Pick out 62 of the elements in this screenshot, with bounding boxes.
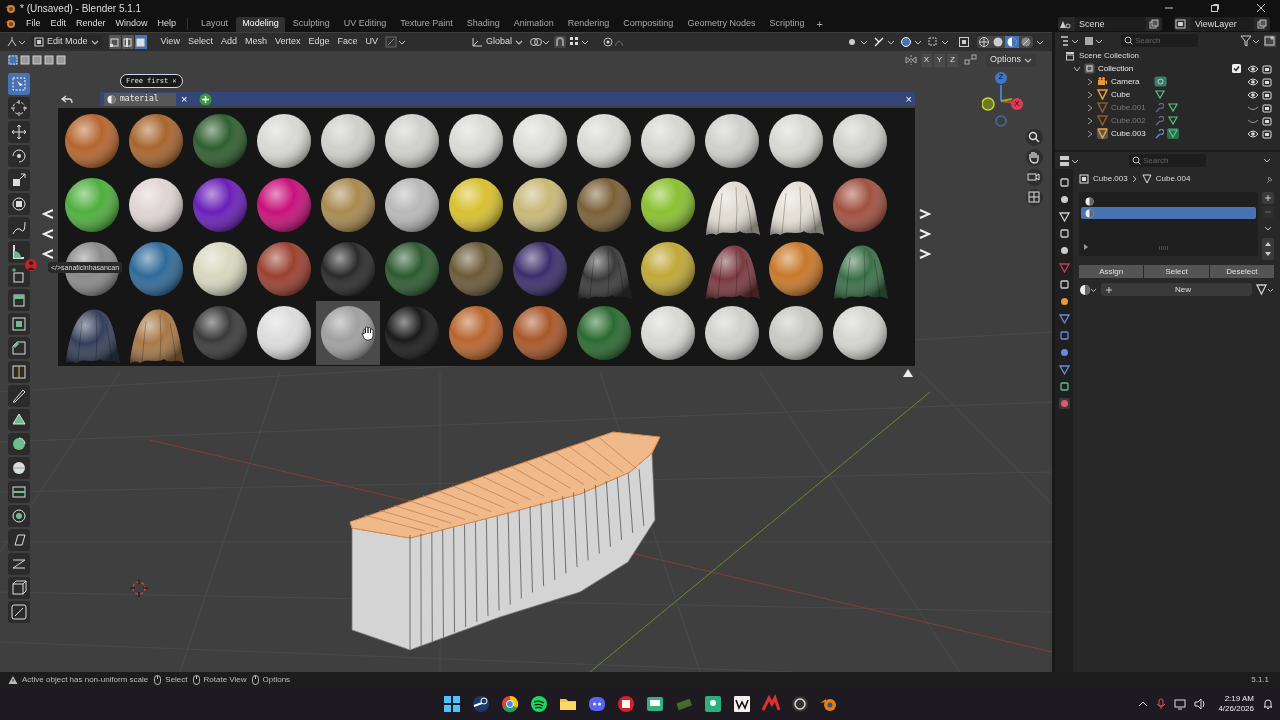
menu-item[interactable]: File (22, 17, 45, 31)
axis-label: X (1013, 100, 1021, 108)
menu-item[interactable]: Edit (46, 17, 71, 31)
tree-item[interactable]: Cube.003 (1111, 127, 1151, 140)
clock-time[interactable]: 2:19 AM (1224, 694, 1254, 704)
status-message: Active object has non-uniform scale (22, 674, 149, 686)
status-hint: Options (262, 674, 291, 686)
tree-item[interactable]: Cube.001 (1111, 101, 1151, 114)
menu-item[interactable]: Select (183, 35, 217, 49)
action-button[interactable]: Assign (1079, 265, 1144, 278)
search-field[interactable]: Search (1129, 154, 1206, 167)
workspace-tab[interactable]: Rendering (561, 16, 616, 32)
menu-item[interactable]: Face (333, 35, 362, 49)
axis-toggle[interactable]: X (920, 53, 932, 67)
workspace-tab[interactable]: UV Editing (337, 16, 393, 32)
workspace-tab[interactable]: Layout (195, 16, 235, 32)
menu-item[interactable]: Add (216, 35, 241, 49)
mode-dropdown[interactable]: Edit Mode (31, 35, 102, 49)
breadcrumb-item[interactable]: Cube.003 (1093, 173, 1128, 185)
menu-item[interactable]: Help (153, 17, 181, 31)
menu-item[interactable]: View (156, 35, 184, 49)
axis-toggle[interactable]: Z (946, 53, 958, 67)
scene-field[interactable]: Scene (1075, 17, 1146, 31)
status-hint: Rotate View (203, 674, 247, 686)
workspace-tab[interactable]: Scripting (763, 16, 811, 32)
window-title: * (Unsaved) - Blender 5.1.1 (20, 1, 142, 16)
options-dropdown[interactable]: Options (985, 53, 1036, 67)
status-hint: Select (165, 674, 188, 686)
action-button[interactable]: Select (1144, 265, 1209, 278)
menu-item[interactable]: Edge (304, 35, 334, 49)
menu-item[interactable]: Window (111, 17, 152, 31)
workspace-tab[interactable]: Animation (507, 16, 560, 32)
tree-item[interactable]: Cube.002 (1111, 114, 1151, 127)
workspace-tab[interactable]: Compositing (617, 16, 680, 32)
clock-date[interactable]: 4/26/2026 (1218, 704, 1254, 714)
add-workspace-button[interactable]: + (812, 15, 827, 33)
workspace-tab[interactable]: Texture Paint (394, 16, 459, 32)
axis-toggle[interactable]: Y (933, 53, 945, 67)
close-button[interactable]: × (905, 93, 912, 105)
search-field[interactable]: Search (1121, 34, 1198, 47)
workspace-tab[interactable]: Sculpting (286, 16, 336, 32)
new-material-button[interactable]: New (1101, 283, 1252, 296)
version-label: 5.1.1 (1251, 674, 1269, 686)
close-tab-button[interactable]: × (181, 93, 188, 105)
workspace-tab[interactable]: Shading (460, 16, 506, 32)
orientation-dropdown[interactable]: Global (468, 35, 527, 49)
tree-item[interactable]: Cube (1111, 88, 1151, 101)
workspace-tab[interactable]: Modeling (236, 16, 285, 32)
menu-item[interactable]: UV (361, 35, 382, 49)
menu-item[interactable]: Render (72, 17, 110, 31)
button-label: New (1174, 283, 1192, 296)
tree-item[interactable]: Camera (1111, 75, 1151, 88)
menu-item[interactable]: Mesh (240, 35, 271, 49)
browser-tab[interactable]: material (104, 92, 176, 106)
view-layer-field[interactable]: ViewLayer (1191, 17, 1254, 31)
workspace-tab[interactable]: Geometry Nodes (681, 16, 762, 32)
menu-item[interactable]: Vertex (270, 35, 305, 49)
tree-item[interactable]: Scene Collection (1079, 49, 1140, 62)
tree-item[interactable]: Collection (1098, 62, 1229, 75)
breadcrumb-item[interactable]: Cube.004 (1155, 173, 1261, 185)
axis-label: Z (997, 73, 1005, 81)
action-button[interactable]: Deselect (1209, 265, 1274, 278)
